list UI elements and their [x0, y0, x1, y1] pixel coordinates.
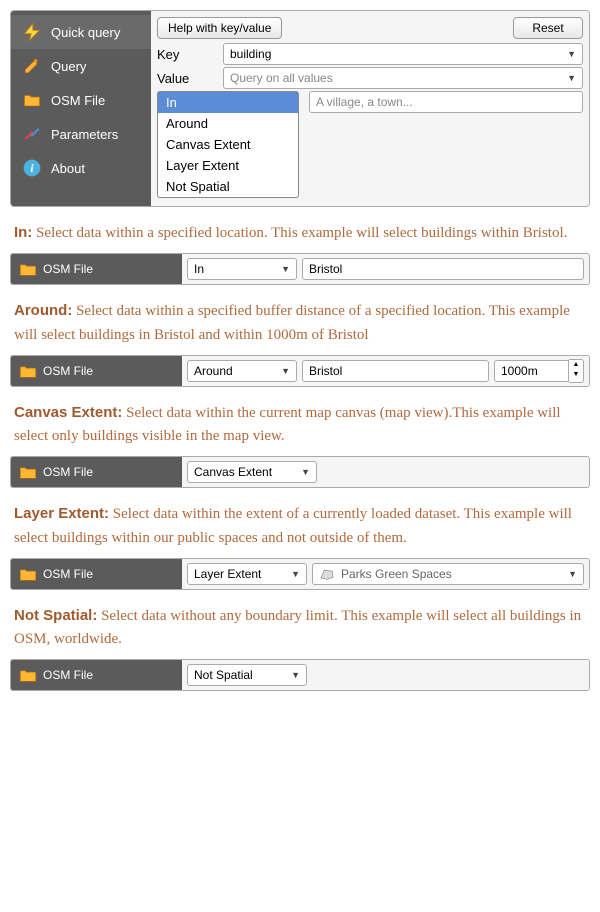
sidebar-item-label: About [51, 161, 85, 176]
distance-spinner[interactable]: 1000m ▲ ▼ [494, 359, 584, 383]
osm-file-tab[interactable]: OSM File [11, 356, 182, 386]
value-placeholder: Query on all values [230, 68, 333, 88]
lightning-icon [21, 21, 43, 43]
folder-icon [19, 668, 37, 682]
sidebar: Quick query Query OSM File Parameters i … [11, 11, 151, 206]
spatial-option-in[interactable]: In [158, 92, 298, 113]
sidebar-item-quick-query[interactable]: Quick query [11, 15, 151, 49]
around-explanation: Around: Select data within a specified b… [14, 299, 586, 347]
layer-name: Parks Green Spaces [341, 564, 452, 584]
sidebar-item-parameters[interactable]: Parameters [11, 117, 151, 151]
layer-select-dropdown[interactable]: Parks Green Spaces ▼ [312, 563, 584, 585]
spatial-option-not-spatial[interactable]: Not Spatial [158, 176, 298, 197]
polygon-layer-icon [319, 568, 335, 580]
layer-example-row: OSM File Layer Extent ▼ Parks Green Spac… [10, 558, 590, 590]
location-input[interactable]: Bristol [302, 258, 584, 280]
sidebar-item-osm-file[interactable]: OSM File [11, 83, 151, 117]
spatial-dropdown-open[interactable]: In Around Canvas Extent Layer Extent Not… [157, 91, 299, 198]
help-button[interactable]: Help with key/value [157, 17, 282, 39]
reset-button[interactable]: Reset [513, 17, 583, 39]
osm-file-tab[interactable]: OSM File [11, 254, 182, 284]
key-value: building [230, 44, 271, 64]
around-title: Around: [14, 302, 72, 319]
spinner-down-icon[interactable]: ▼ [569, 370, 583, 380]
key-dropdown[interactable]: building ▼ [223, 43, 583, 65]
osm-file-label: OSM File [43, 567, 93, 581]
spatial-value: Not Spatial [194, 665, 253, 685]
spatial-dropdown[interactable]: Not Spatial ▼ [187, 664, 307, 686]
key-label: Key [157, 47, 217, 62]
quick-query-panel: Quick query Query OSM File Parameters i … [10, 10, 590, 207]
sidebar-item-label: OSM File [51, 93, 105, 108]
in-title: In: [14, 224, 32, 241]
osm-file-label: OSM File [43, 364, 93, 378]
location-value: Bristol [309, 361, 342, 381]
notspatial-explanation: Not Spatial: Select data without any bou… [14, 604, 586, 652]
info-icon: i [21, 157, 43, 179]
chevron-down-icon: ▼ [281, 361, 290, 381]
chevron-down-icon: ▼ [291, 665, 300, 685]
chevron-down-icon: ▼ [301, 462, 310, 482]
layer-title: Layer Extent: [14, 505, 109, 522]
in-explanation: In: Select data within a specified locat… [14, 221, 586, 245]
osm-file-tab[interactable]: OSM File [11, 559, 182, 589]
canvas-explanation: Canvas Extent: Select data within the cu… [14, 401, 586, 449]
chevron-down-icon: ▼ [281, 259, 290, 279]
folder-icon [19, 465, 37, 479]
quick-query-form: Help with key/value Reset Key building ▼… [151, 11, 589, 206]
notspatial-text: Select data without any boundary limit. … [14, 608, 581, 647]
tools-icon [21, 123, 43, 145]
spatial-option-canvas-extent[interactable]: Canvas Extent [158, 134, 298, 155]
around-example-row: OSM File Around ▼ Bristol 1000m ▲ ▼ [10, 355, 590, 387]
osm-file-label: OSM File [43, 465, 93, 479]
distance-input[interactable]: 1000m [494, 360, 569, 382]
osm-file-label: OSM File [43, 668, 93, 682]
folder-icon [19, 567, 37, 581]
notspatial-title: Not Spatial: [14, 607, 97, 624]
folder-icon [19, 262, 37, 276]
location-input[interactable]: Bristol [302, 360, 489, 382]
value-dropdown[interactable]: Query on all values ▼ [223, 67, 583, 89]
spatial-value: Around [194, 361, 233, 381]
spatial-dropdown[interactable]: Layer Extent ▼ [187, 563, 307, 585]
osm-file-tab[interactable]: OSM File [11, 457, 182, 487]
chevron-down-icon: ▼ [567, 44, 576, 64]
osm-file-tab[interactable]: OSM File [11, 660, 182, 690]
location-value: Bristol [309, 259, 342, 279]
osm-file-label: OSM File [43, 262, 93, 276]
sidebar-item-label: Quick query [51, 25, 120, 40]
canvas-title: Canvas Extent: [14, 404, 122, 421]
distance-value: 1000m [501, 361, 538, 381]
folder-icon [19, 364, 37, 378]
folder-icon [21, 89, 43, 111]
notspatial-example-row: OSM File Not Spatial ▼ [10, 659, 590, 691]
spatial-dropdown[interactable]: Around ▼ [187, 360, 297, 382]
spatial-dropdown[interactable]: In ▼ [187, 258, 297, 280]
spatial-value: Layer Extent [194, 564, 261, 584]
location-placeholder: A village, a town... [316, 92, 413, 112]
spinner-up-icon[interactable]: ▲ [569, 360, 583, 370]
spatial-dropdown[interactable]: Canvas Extent ▼ [187, 461, 317, 483]
sidebar-item-label: Query [51, 59, 86, 74]
spatial-option-around[interactable]: Around [158, 113, 298, 134]
spatial-value: Canvas Extent [194, 462, 272, 482]
around-text: Select data within a specified buffer di… [14, 303, 570, 342]
pencil-icon [21, 55, 43, 77]
in-example-row: OSM File In ▼ Bristol [10, 253, 590, 285]
chevron-down-icon: ▼ [568, 564, 577, 584]
chevron-down-icon: ▼ [567, 68, 576, 88]
layer-explanation: Layer Extent: Select data within the ext… [14, 502, 586, 550]
spatial-option-layer-extent[interactable]: Layer Extent [158, 155, 298, 176]
chevron-down-icon: ▼ [291, 564, 300, 584]
canvas-example-row: OSM File Canvas Extent ▼ [10, 456, 590, 488]
sidebar-item-about[interactable]: i About [11, 151, 151, 185]
value-label: Value [157, 71, 217, 86]
in-text: Select data within a specified location.… [32, 225, 567, 241]
sidebar-item-label: Parameters [51, 127, 118, 142]
sidebar-item-query[interactable]: Query [11, 49, 151, 83]
location-input[interactable]: A village, a town... [309, 91, 583, 113]
spatial-value: In [194, 259, 204, 279]
